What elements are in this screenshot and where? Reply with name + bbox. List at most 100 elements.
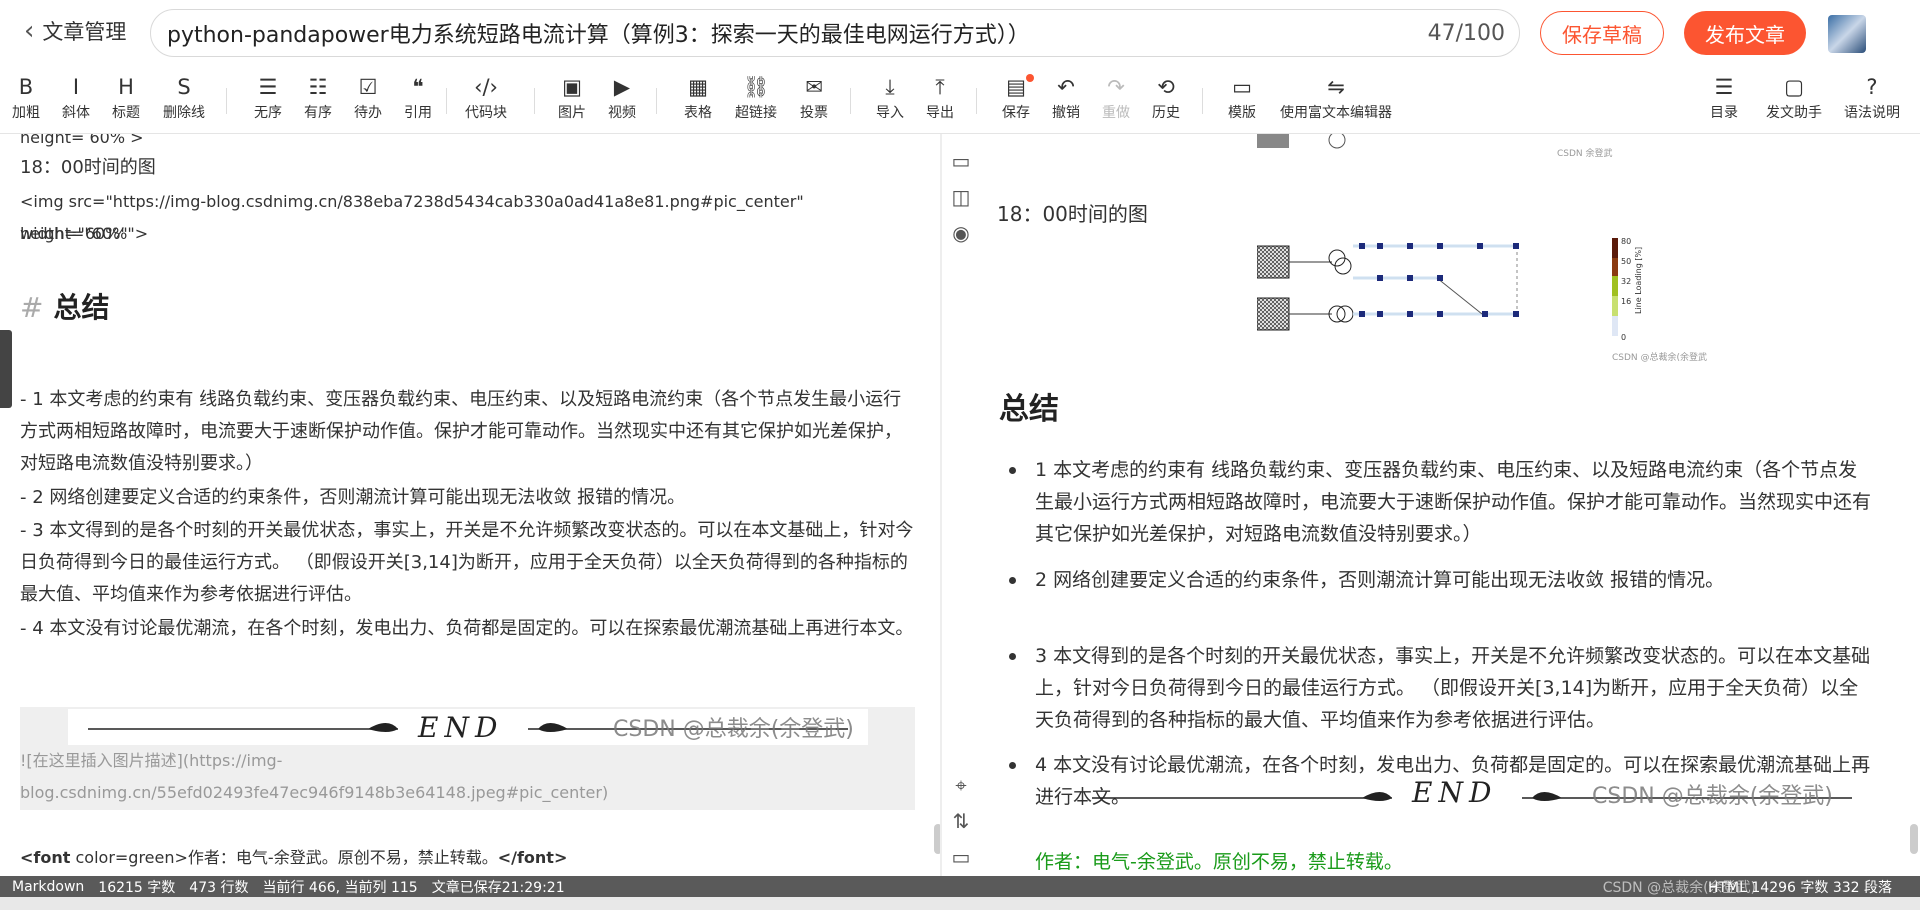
toolbar-unordered-list-button[interactable]: ☰ 无序 — [246, 74, 290, 122]
list-item-text: 1 本文考虑的约束有 线路负载约束、变压器负载约束、电压约束、以及短路电流约束（… — [1035, 459, 1872, 545]
status-bar: Markdown 16215 字数 473 行数 当前行 466, 当前列 11… — [0, 876, 1920, 897]
image-icon: ▣ — [562, 75, 582, 99]
edit-only-icon[interactable]: ▭ — [946, 146, 976, 176]
side-panel-handle[interactable] — [0, 330, 12, 408]
image-markdown-line: blog.csdnimg.cn/55efd02493fe47ec946f9148… — [20, 783, 609, 802]
article-title-input[interactable]: python-pandapower电力系统短路电流计算（算例3：探索一天的最佳电… — [150, 9, 1520, 57]
save-icon: ▤ — [1006, 75, 1026, 99]
italic-icon: I — [72, 75, 80, 99]
switch-editor-icon: ⇋ — [1327, 75, 1345, 99]
toolbar-ordered-list-button[interactable]: ☷ 有序 — [296, 74, 340, 122]
preview-only-icon[interactable]: ◉ — [946, 218, 976, 248]
bullet-icon — [1009, 762, 1016, 769]
bullet-icon — [1009, 467, 1016, 474]
toolbar-label: 有序 — [304, 105, 332, 121]
title-char-count: 47/100 — [1427, 20, 1505, 46]
editor-paragraph: - 4 本文没有讨论最优潮流，在各个时刻，发电出力、负荷都是固定的。可以在探索最… — [20, 618, 914, 639]
image-markdown-block: END CSDN @总裁余(余登武) ![在这里插入图片描述](https://… — [20, 707, 915, 810]
toolbar-divider — [976, 88, 977, 114]
ordered-list-icon: ☷ — [308, 75, 328, 99]
markdown-editor[interactable]: height= 60% > 18：00时间的图 <img src="https:… — [0, 134, 940, 876]
watermark: CSDN @总裁余(余登武) — [1602, 879, 1756, 896]
toolbar-label: 导入 — [876, 105, 904, 121]
template-icon: ▭ — [1232, 75, 1252, 99]
toolbar-divider — [226, 88, 227, 114]
legend-tick: 50 — [1621, 257, 1631, 266]
heading-text: 总结 — [53, 291, 110, 324]
end-text: END — [418, 711, 504, 744]
quote-icon: ❝ — [412, 75, 424, 99]
toolbar-video-button[interactable]: ▶ 视频 — [600, 74, 644, 122]
toolbar-import-button[interactable]: ⤓ 导入 — [868, 74, 912, 122]
toolbar-divider — [534, 88, 535, 114]
publish-article-button[interactable]: 发布文章 — [1684, 11, 1806, 55]
toolbar-divider — [850, 88, 851, 114]
toolbar-toc-button[interactable]: ☰ 目录 — [1702, 74, 1746, 122]
table-icon: ▦ — [688, 75, 708, 99]
status-mode: Markdown — [12, 878, 85, 895]
toolbar-label: 投票 — [800, 105, 828, 121]
list-item-text: 3 本文得到的是各个时刻的开关最优状态，事实上，开关是不允许频繁改变状态的。可以… — [1035, 645, 1871, 731]
toolbar-label: 无序 — [254, 105, 282, 121]
sync-scroll-icon[interactable]: ⇅ — [946, 806, 976, 836]
save-draft-button[interactable]: 保存草稿 — [1540, 11, 1664, 55]
figure-watermark: CSDN @总裁余(余登武) — [1612, 351, 1707, 363]
preview-heading: 总结 — [999, 392, 1059, 427]
toolbar-link-button[interactable]: ⛓ 超链接 — [734, 74, 778, 122]
legend-title: Line Loading [%] — [1634, 247, 1643, 314]
preview-scrollbar[interactable] — [1910, 824, 1918, 854]
back-to-article-management[interactable]: ‹ 文章管理 — [24, 16, 126, 46]
watermark: CSDN @总裁余(余登武) — [613, 717, 854, 742]
chevron-left-icon: ‹ — [24, 16, 35, 46]
legend-tick: 16 — [1621, 297, 1631, 306]
avatar[interactable] — [1828, 15, 1866, 53]
locate-icon[interactable]: ⌖ — [946, 770, 976, 800]
toolbar-heading-button[interactable]: H 标题 — [104, 74, 148, 122]
strikethrough-icon: S — [177, 75, 191, 99]
toolbar-redo-button[interactable]: ↷ 重做 — [1094, 74, 1138, 122]
previous-figure-fragment: CSDN 余登武 — [1257, 134, 1613, 159]
list-item: 1 本文考虑的约束有 线路负载约束、变压器负载约束、电压约束、以及短路电流约束（… — [1009, 454, 1875, 550]
export-icon: ⤒ — [935, 75, 945, 99]
article-title-value[interactable]: python-pandapower电力系统短路电流计算（算例3：探索一天的最佳电… — [167, 17, 1428, 49]
toolbar-label: 图片 — [558, 105, 586, 121]
toolbar-undo-button[interactable]: ↶ 撤销 — [1044, 74, 1088, 122]
undo-icon: ↶ — [1057, 75, 1075, 99]
toolbar-assistant-button[interactable]: ▢ 发文助手 — [1766, 74, 1822, 122]
unsaved-dot — [1026, 74, 1034, 82]
toolbar-code-block-button[interactable]: ‹/› 代码块 — [464, 74, 508, 122]
toolbar-strikethrough-button[interactable]: S 删除线 — [162, 74, 206, 122]
back-label: 文章管理 — [42, 20, 127, 44]
history-icon: ⟲ — [1157, 75, 1175, 99]
toolbar-label: 使用富文本编辑器 — [1280, 105, 1392, 121]
font-tag-close: </font> — [497, 848, 568, 867]
toolbar-label: 删除线 — [163, 105, 205, 121]
editor-heading: # 总结 — [20, 292, 915, 324]
toolbar-label: 标题 — [112, 105, 140, 121]
toolbar-label: 斜体 — [62, 105, 90, 121]
fullscreen-icon[interactable]: ▭ — [946, 842, 976, 872]
toolbar-table-button[interactable]: ▦ 表格 — [676, 74, 720, 122]
toolbar-italic-button[interactable]: I 斜体 — [54, 74, 98, 122]
toolbar-todo-list-button[interactable]: ☑ 待办 — [346, 74, 390, 122]
svg-text:CSDN 余登武: CSDN 余登武 — [1557, 147, 1613, 159]
toolbar-help-button[interactable]: ? 语法说明 — [1844, 74, 1900, 122]
status-lines: 473 行数 — [189, 879, 249, 896]
toolbar-divider — [446, 88, 447, 114]
toolbar-template-button[interactable]: ▭ 模版 — [1220, 74, 1264, 122]
toolbar-history-button[interactable]: ⟲ 历史 — [1144, 74, 1188, 122]
toolbar-vote-button[interactable]: ✉ 投票 — [792, 74, 836, 122]
toolbar-image-button[interactable]: ▣ 图片 — [550, 74, 594, 122]
toolbar-label: 导出 — [926, 105, 954, 121]
toolbar-bold-button[interactable]: B 加粗 — [4, 74, 48, 122]
toolbar-quote-button[interactable]: ❝ 引用 — [396, 74, 440, 122]
toolbar-export-button[interactable]: ⤒ 导出 — [918, 74, 962, 122]
unordered-list-icon: ☰ — [258, 75, 278, 99]
preview-tool-icons: ⌖ ⇅ ▭ — [946, 770, 976, 870]
code-block-icon: ‹/› — [474, 75, 498, 99]
toolbar-switch-editor-button[interactable]: ⇋ 使用富文本编辑器 — [1274, 74, 1398, 122]
toolbar-divider — [1202, 88, 1203, 114]
bold-icon: B — [18, 75, 34, 99]
split-view-icon[interactable]: ◫ — [946, 182, 976, 212]
status-cursor: 当前行 466, 当前列 115 — [262, 879, 418, 896]
